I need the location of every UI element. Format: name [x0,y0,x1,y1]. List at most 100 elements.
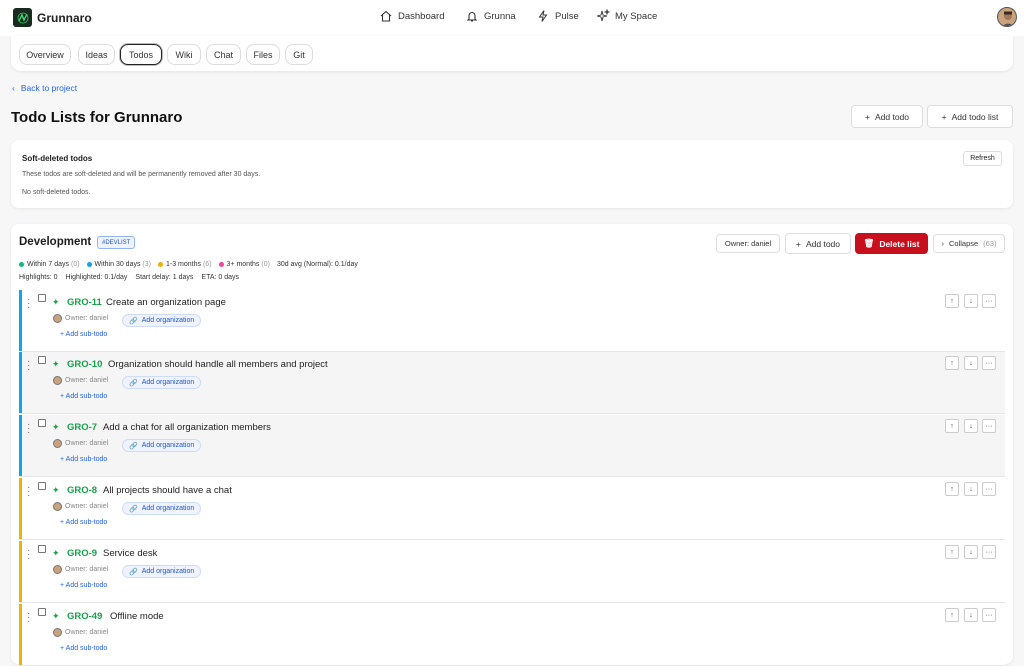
tab-ideas[interactable]: Ideas [78,44,115,65]
move-up-button[interactable]: ↑ [945,419,959,433]
move-down-button[interactable]: ↓ [964,545,978,559]
todo-title[interactable]: Create an organization page [106,297,226,308]
todo-owner[interactable]: Owner: daniel [53,439,108,448]
tab-chat[interactable]: Chat [206,44,241,65]
todo-row[interactable]: · · · ✦ GRO-10 Organization should handle all… [19,352,1005,414]
link-icon: 🔗 [129,442,138,450]
add-organization-chip[interactable]: 🔗 Add organization [122,376,202,389]
list-add-todo-label: Add todo [805,238,840,249]
more-options-button[interactable]: ··· [982,608,996,622]
move-down-button[interactable]: ↓ [964,294,978,308]
drag-handle-icon[interactable]: · · · [27,609,30,627]
todo-key[interactable]: GRO-11 [67,297,102,308]
nav-pulse[interactable]: Pulse [536,9,579,23]
app-logo-icon[interactable] [13,8,32,27]
user-avatar[interactable] [997,7,1017,27]
add-organization-chip[interactable]: 🔗 Add organization [122,502,202,515]
todo-checkbox[interactable] [38,356,46,364]
todo-title[interactable]: All projects should have a chat [103,485,232,496]
add-organization-chip[interactable]: 🔗 Add organization [122,314,202,327]
ai-sparkle-icon[interactable]: ✦ [52,359,60,370]
drag-handle-icon[interactable]: · · · [27,295,30,313]
ai-sparkle-icon[interactable]: ✦ [52,485,60,496]
add-sub-todo-link[interactable]: + Add sub-todo [60,645,107,652]
tab-files[interactable]: Files [246,44,280,65]
tab-git[interactable]: Git [285,44,313,65]
move-down-button[interactable]: ↓ [964,419,978,433]
move-down-button[interactable]: ↓ [964,356,978,370]
ai-sparkle-icon[interactable]: ✦ [52,611,60,622]
nav-my-space[interactable]: My Space [596,9,657,23]
delete-list-button[interactable]: 🗑 Delete list [855,233,928,254]
add-sub-todo-link[interactable]: + Add sub-todo [60,519,107,526]
drag-handle-icon[interactable]: · · · [27,483,30,501]
add-todo-list-button[interactable]: + Add todo list [927,105,1013,128]
todo-row[interactable]: · · · ✦ GRO-11 Create an organization page Own… [19,290,1005,352]
tab-overview[interactable]: Overview [19,44,71,65]
todo-owner[interactable]: Owner: daniel [53,376,108,385]
todo-checkbox[interactable] [38,545,46,553]
todo-checkbox[interactable] [38,294,46,302]
move-down-button[interactable]: ↓ [964,482,978,496]
app-name[interactable]: Grunnaro [37,11,92,25]
ai-sparkle-icon[interactable]: ✦ [52,548,60,559]
add-organization-chip[interactable]: 🔗 Add organization [122,439,202,452]
more-options-button[interactable]: ··· [982,482,996,496]
more-options-button[interactable]: ··· [982,545,996,559]
more-options-button[interactable]: ··· [982,356,996,370]
todo-owner[interactable]: Owner: daniel [53,565,108,574]
collapse-button[interactable]: › Collapse (63) [933,234,1005,253]
add-sub-todo-link[interactable]: + Add sub-todo [60,331,107,338]
tab-todos[interactable]: Todos [120,44,162,65]
page-title: Todo Lists for Grunnaro [11,109,183,126]
move-up-button[interactable]: ↑ [945,294,959,308]
todo-owner[interactable]: Owner: daniel [53,628,108,637]
list-tag[interactable]: #DEVLIST [97,236,136,249]
todo-owner[interactable]: Owner: daniel [53,314,108,323]
chevron-right-icon: › [941,239,944,248]
todo-key[interactable]: GRO-49 [67,611,102,622]
ai-sparkle-icon[interactable]: ✦ [52,422,60,433]
add-sub-todo-link[interactable]: + Add sub-todo [60,393,107,400]
todo-title[interactable]: Service desk [103,548,157,559]
owner-button[interactable]: Owner: daniel [716,234,780,253]
add-sub-todo-link[interactable]: + Add sub-todo [60,582,107,589]
stat-eta: ETA: 0 days [201,274,240,281]
todo-key[interactable]: GRO-8 [67,485,97,496]
add-organization-chip[interactable]: 🔗 Add organization [122,565,202,578]
drag-handle-icon[interactable]: · · · [27,546,30,564]
todo-checkbox[interactable] [38,482,46,490]
add-todo-button[interactable]: + Add todo [851,105,923,128]
todo-title[interactable]: Offline mode [110,611,164,622]
move-down-button[interactable]: ↓ [964,608,978,622]
trash-icon: 🗑 [863,238,875,248]
todo-checkbox[interactable] [38,419,46,427]
todo-key[interactable]: GRO-10 [67,359,102,370]
add-sub-todo-link[interactable]: + Add sub-todo [60,456,107,463]
more-options-button[interactable]: ··· [982,294,996,308]
todo-row[interactable]: · · · ✦ GRO-9 Service desk Owner: daniel 🔗 Add o… [19,541,1005,603]
move-up-button[interactable]: ↑ [945,545,959,559]
drag-handle-icon[interactable]: · · · [27,420,30,438]
more-options-button[interactable]: ··· [982,419,996,433]
todo-key[interactable]: GRO-7 [67,422,97,433]
todo-row[interactable]: · · · ✦ GRO-7 Add a chat for all organization… [19,415,1005,477]
todo-checkbox[interactable] [38,608,46,616]
move-up-button[interactable]: ↑ [945,482,959,496]
todo-row[interactable]: · · · ✦ GRO-49 Offline mode Owner: daniel + Add… [19,604,1005,666]
nav-grunna[interactable]: Grunna [465,9,516,23]
todo-title[interactable]: Add a chat for all organization members [103,422,271,433]
move-up-button[interactable]: ↑ [945,356,959,370]
todo-key[interactable]: GRO-9 [67,548,97,559]
todo-owner[interactable]: Owner: daniel [53,502,108,511]
todo-row[interactable]: · · · ✦ GRO-8 All projects should have a chat… [19,478,1005,540]
move-up-button[interactable]: ↑ [945,608,959,622]
todo-title[interactable]: Organization should handle all members a… [108,359,328,370]
ai-sparkle-icon[interactable]: ✦ [52,297,60,308]
drag-handle-icon[interactable]: · · · [27,357,30,375]
list-add-todo-button[interactable]: + Add todo [785,233,851,254]
tab-wiki[interactable]: Wiki [167,44,201,65]
back-to-project-link[interactable]: ‹ Back to project [12,83,77,93]
nav-dashboard[interactable]: Dashboard [379,9,444,23]
refresh-button[interactable]: Refresh [963,151,1002,166]
